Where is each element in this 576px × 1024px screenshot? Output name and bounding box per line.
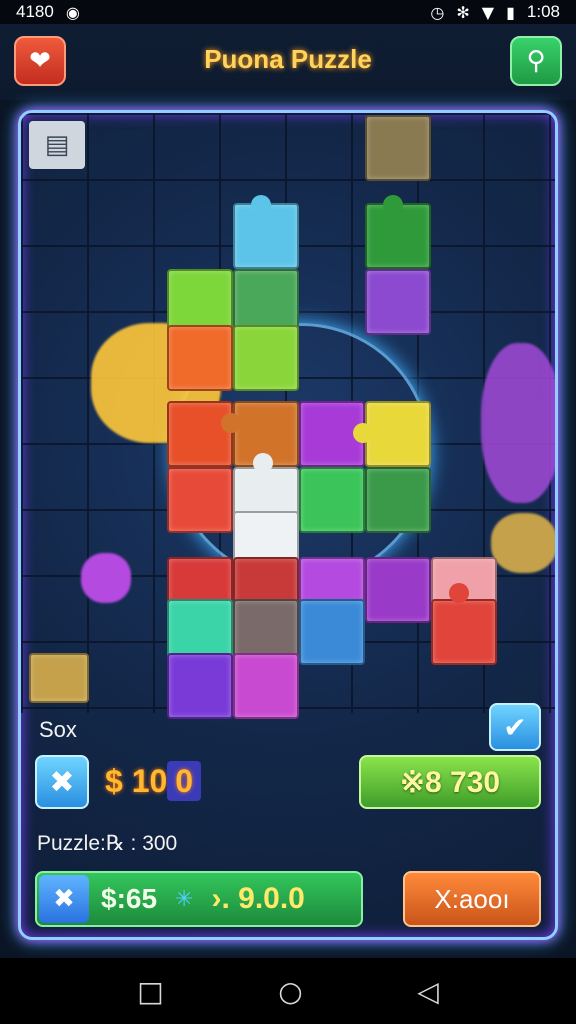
bottom-bar-text: $:65 (101, 883, 158, 914)
image-blob (81, 553, 131, 603)
x-icon[interactable]: ✖ (39, 875, 89, 923)
puzzle-knob (383, 195, 403, 215)
recent-apps-icon[interactable]: □ (137, 975, 163, 1008)
wifi-icon: ▼ (481, 2, 495, 22)
battery-icon: ▮ (506, 2, 515, 22)
back-icon[interactable]: ◁ (417, 975, 439, 1008)
checkmark-icon: ✔ (503, 710, 527, 744)
action-button[interactable]: X:aooı (403, 871, 541, 927)
puzzle-piece[interactable] (365, 467, 431, 533)
puzzle-knob (221, 413, 241, 433)
progress-bar[interactable]: ✖ $:65 ✳ ›. 9.0.0 (35, 871, 363, 927)
system-nav-bar: □ ○ ◁ (0, 958, 576, 1024)
puzzle-piece[interactable] (365, 401, 431, 467)
vibrate-icon: ✻ (456, 2, 470, 22)
spark-icon: ✳ (175, 886, 194, 912)
coin-highlight: 0 (167, 761, 202, 801)
page-title: Puona Puzzle (204, 44, 372, 74)
status-left-text: 4180 (16, 2, 54, 21)
puzzle-piece[interactable] (167, 653, 233, 719)
puzzle-piece[interactable] (299, 599, 365, 665)
puzzle-piece[interactable] (167, 467, 233, 533)
coin-value: 10 (131, 763, 168, 799)
shuffle-button[interactable]: ✖ (35, 755, 89, 809)
puzzle-piece[interactable] (365, 557, 431, 623)
status-bar: 4180 ◉ ◷ ✻ ▼ ▮ 1:08 (0, 0, 576, 24)
puzzle-knob (253, 453, 273, 473)
puzzle-knob (251, 195, 271, 215)
home-icon[interactable]: ○ (278, 975, 302, 1008)
search-button[interactable]: ⚲ (510, 36, 562, 86)
puzzle-board[interactable]: ▤ Sox ✔ ✖ $ 10 0 ※8 730 Puzzle:℞ : 300 ✖ … (18, 110, 558, 940)
score-pill[interactable]: ※8 730 (359, 755, 541, 809)
coin-counter: $ 10 0 (105, 761, 202, 801)
puzzle-knob (353, 423, 373, 443)
puzzle-piece[interactable] (167, 325, 233, 391)
puzzle-piece[interactable] (365, 269, 431, 335)
puzzle-info: Puzzle:℞ : 300 (37, 832, 178, 855)
coin-prefix: $ (105, 763, 123, 799)
x-icon: ✖ (49, 764, 75, 800)
puzzle-piece[interactable] (167, 401, 233, 467)
puzzle-piece[interactable] (233, 653, 299, 719)
app-header: ❤ Puona Puzzle ⚲ (0, 24, 576, 100)
puzzle-piece[interactable] (365, 115, 431, 181)
alarm-icon: ◷ (430, 2, 445, 22)
puzzle-piece[interactable] (29, 653, 89, 703)
image-blob (491, 513, 555, 573)
bottom-bar-value: ›. 9.0.0 (211, 882, 305, 915)
puzzle-piece[interactable] (431, 599, 497, 665)
window-icon[interactable]: ▤ (29, 121, 85, 169)
image-blob (481, 343, 555, 503)
puzzle-piece[interactable] (233, 325, 299, 391)
app-badge-icon: ◉ (65, 2, 80, 22)
puzzle-piece[interactable] (299, 467, 365, 533)
status-time: 1:08 (526, 2, 560, 21)
confirm-button[interactable]: ✔ (489, 703, 541, 751)
search-icon: ⚲ (526, 46, 546, 76)
puzzle-knob (449, 583, 469, 603)
panel-label: Sox (39, 717, 77, 742)
